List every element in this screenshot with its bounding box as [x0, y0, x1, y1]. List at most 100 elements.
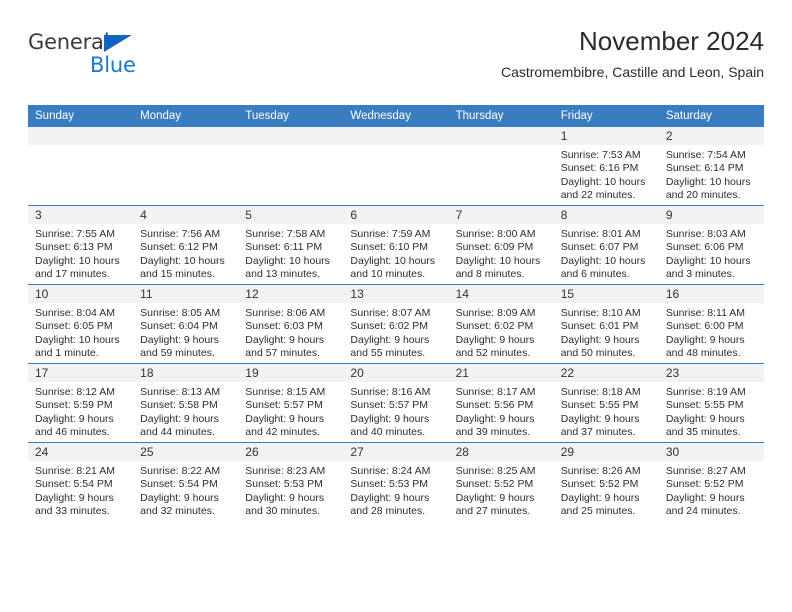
day-details: Sunrise: 8:21 AM Sunset: 5:54 PM Daylight:…	[28, 461, 133, 519]
day-cell[interactable]: 7 Sunrise: 8:00 AM Sunset: 6:09 PM Daylight…	[448, 205, 554, 285]
day-cell[interactable]: 11 Sunrise: 8:05 AM Sunset: 6:04 PM Dayligh…	[133, 284, 239, 364]
title-block: November 2024 Castromembibre, Castille a…	[501, 26, 764, 81]
sunset-text: Sunset: 6:13 PM	[35, 241, 113, 254]
sunrise-text: Sunrise: 8:07 AM	[350, 307, 431, 319]
sunrise-text: Sunrise: 7:55 AM	[35, 228, 115, 240]
sunrise-text: Sunrise: 7:54 AM	[665, 149, 746, 161]
sunrise-text: Sunrise: 8:27 AM	[665, 465, 746, 477]
day-cell[interactable]: 14 Sunrise: 8:09 AM Sunset: 6:02 PM Dayligh…	[448, 284, 554, 364]
day-cell[interactable]: 24 Sunrise: 8:21 AM Sunset: 5:54 PM Dayligh…	[28, 442, 134, 521]
day-number: 20	[343, 364, 449, 382]
day-cell[interactable]: 28 Sunrise: 8:25 AM Sunset: 5:52 PM Dayligh…	[448, 442, 554, 521]
day-cell-empty	[133, 127, 239, 206]
daylight-text: Daylight: 10 hours and 17 minutes.	[35, 254, 120, 281]
day-cell[interactable]: 26 Sunrise: 8:23 AM Sunset: 5:53 PM Dayligh…	[238, 442, 344, 521]
sunset-text: Sunset: 5:57 PM	[350, 399, 429, 412]
day-cell[interactable]: 13 Sunrise: 8:07 AM Sunset: 6:02 PM Dayligh…	[343, 284, 449, 364]
day-cell[interactable]: 22 Sunrise: 8:18 AM Sunset: 5:55 PM Dayligh…	[553, 363, 659, 443]
sunrise-text: Sunrise: 8:01 AM	[560, 228, 641, 240]
sunrise-text: Sunrise: 8:09 AM	[455, 307, 536, 319]
calendar-header-row: Sunday Monday Tuesday Wednesday Thursday Frid…	[28, 105, 764, 127]
day-details: Sunrise: 8:26 AM Sunset: 5:52 PM Daylight:…	[554, 461, 659, 519]
sunrise-text: Sunrise: 8:12 AM	[35, 386, 115, 398]
day-number: 24	[28, 443, 134, 461]
sunset-text: Sunset: 5:53 PM	[350, 478, 429, 491]
day-cell[interactable]: 18 Sunrise: 8:13 AM Sunset: 5:58 PM Dayligh…	[133, 363, 239, 443]
daylight-text: Daylight: 9 hours and 24 minutes.	[665, 491, 745, 518]
day-cell[interactable]: 15 Sunrise: 8:10 AM Sunset: 6:01 PM Dayligh…	[553, 284, 659, 364]
day-cell[interactable]: 3 Sunrise: 7:55 AM Sunset: 6:13 PM Daylight…	[28, 205, 134, 285]
day-cell[interactable]: 23 Sunrise: 8:19 AM Sunset: 5:55 PM Dayligh…	[658, 363, 764, 443]
day-cell[interactable]: 8 Sunrise: 8:01 AM Sunset: 6:07 PM Daylight…	[553, 205, 659, 285]
sunrise-text: Sunrise: 8:16 AM	[350, 386, 431, 398]
daylight-text: Daylight: 10 hours and 13 minutes.	[245, 254, 330, 281]
daylight-text: Daylight: 9 hours and 48 minutes.	[665, 333, 745, 360]
day-details: Sunrise: 8:05 AM Sunset: 6:04 PM Daylight:…	[133, 303, 238, 361]
triangle-icon	[104, 35, 132, 52]
day-number: 22	[553, 364, 659, 382]
weekday-header-tuesday: Tuesday	[238, 105, 344, 127]
day-cell[interactable]: 6 Sunrise: 7:59 AM Sunset: 6:10 PM Daylight…	[343, 205, 449, 285]
day-number: 28	[448, 443, 554, 461]
daylight-text: Daylight: 10 hours and 8 minutes.	[455, 254, 541, 281]
daylight-text: Daylight: 9 hours and 55 minutes.	[350, 333, 430, 360]
sunset-text: Sunset: 6:10 PM	[350, 241, 429, 254]
day-number: 2	[658, 127, 764, 145]
daylight-text: Daylight: 9 hours and 50 minutes.	[560, 333, 640, 360]
sunset-text: Sunset: 6:01 PM	[560, 320, 639, 333]
day-number: 15	[553, 285, 659, 303]
day-cell[interactable]: 5 Sunrise: 7:58 AM Sunset: 6:11 PM Daylight…	[238, 205, 344, 285]
sunrise-text: Sunrise: 8:15 AM	[245, 386, 326, 398]
sunset-text: Sunset: 5:52 PM	[665, 478, 744, 491]
day-details: Sunrise: 8:07 AM Sunset: 6:02 PM Daylight:…	[343, 303, 448, 361]
sunrise-text: Sunrise: 7:58 AM	[245, 228, 326, 240]
day-cell[interactable]: 20 Sunrise: 8:16 AM Sunset: 5:57 PM Dayligh…	[343, 363, 449, 443]
day-number-placeholder	[133, 127, 239, 145]
day-number: 29	[553, 443, 659, 461]
day-cell[interactable]: 30 Sunrise: 8:27 AM Sunset: 5:52 PM Dayligh…	[658, 442, 764, 521]
sunrise-text: Sunrise: 7:56 AM	[140, 228, 221, 240]
day-cell[interactable]: 4 Sunrise: 7:56 AM Sunset: 6:12 PM Daylight…	[133, 205, 239, 285]
day-number: 19	[238, 364, 344, 382]
day-cell-empty	[238, 127, 344, 206]
day-number: 21	[448, 364, 554, 382]
day-cell[interactable]: 10 Sunrise: 8:04 AM Sunset: 6:05 PM Dayligh…	[28, 284, 134, 364]
day-details: Sunrise: 7:59 AM Sunset: 6:10 PM Daylight:…	[343, 224, 448, 282]
daylight-text: Daylight: 9 hours and 33 minutes.	[35, 491, 114, 518]
day-number: 10	[28, 285, 134, 303]
day-cell[interactable]: 2 Sunrise: 7:54 AM Sunset: 6:14 PM Daylight…	[658, 127, 764, 206]
day-details: Sunrise: 7:54 AM Sunset: 6:14 PM Daylight:…	[659, 145, 764, 203]
sunset-text: Sunset: 6:11 PM	[245, 241, 323, 254]
sunset-text: Sunset: 6:02 PM	[350, 320, 429, 333]
sunrise-text: Sunrise: 8:00 AM	[455, 228, 536, 240]
daylight-text: Daylight: 10 hours and 3 minutes.	[665, 254, 751, 281]
day-cell[interactable]: 27 Sunrise: 8:24 AM Sunset: 5:53 PM Dayligh…	[343, 442, 449, 521]
logo-text-blue: Blue	[90, 53, 136, 77]
day-cell[interactable]: 9 Sunrise: 8:03 AM Sunset: 6:06 PM Daylight…	[658, 205, 764, 285]
day-number: 17	[28, 364, 134, 382]
logo-text-general: General	[28, 30, 110, 54]
day-details: Sunrise: 8:00 AM Sunset: 6:09 PM Daylight:…	[449, 224, 554, 282]
day-cell[interactable]: 17 Sunrise: 8:12 AM Sunset: 5:59 PM Dayligh…	[28, 363, 134, 443]
sunrise-text: Sunrise: 8:21 AM	[35, 465, 115, 477]
day-cell[interactable]: 19 Sunrise: 8:15 AM Sunset: 5:57 PM Dayligh…	[238, 363, 344, 443]
general-blue-logo: General Blue	[28, 32, 158, 84]
day-cell[interactable]: 29 Sunrise: 8:26 AM Sunset: 5:52 PM Dayligh…	[553, 442, 659, 521]
day-cell[interactable]: 25 Sunrise: 8:22 AM Sunset: 5:54 PM Dayligh…	[133, 442, 239, 521]
day-cell[interactable]: 1 Sunrise: 7:53 AM Sunset: 6:16 PM Daylight…	[553, 127, 659, 206]
sunset-text: Sunset: 6:06 PM	[665, 241, 744, 254]
page-header: General Blue November 2024 Castromembibr…	[28, 26, 764, 98]
daylight-text: Daylight: 10 hours and 10 minutes.	[350, 254, 436, 281]
sunset-text: Sunset: 5:55 PM	[665, 399, 744, 412]
day-number: 4	[133, 206, 239, 224]
day-cell[interactable]: 21 Sunrise: 8:17 AM Sunset: 5:56 PM Dayligh…	[448, 363, 554, 443]
day-number: 25	[133, 443, 239, 461]
day-cell[interactable]: 16 Sunrise: 8:11 AM Sunset: 6:00 PM Dayligh…	[658, 284, 764, 364]
day-number: 26	[238, 443, 344, 461]
sunrise-text: Sunrise: 8:18 AM	[560, 386, 641, 398]
daylight-text: Daylight: 9 hours and 40 minutes.	[350, 412, 430, 439]
day-cell[interactable]: 12 Sunrise: 8:06 AM Sunset: 6:03 PM Dayligh…	[238, 284, 344, 364]
weekday-header-friday: Friday	[553, 105, 659, 127]
day-details: Sunrise: 8:04 AM Sunset: 6:05 PM Daylight:…	[28, 303, 133, 361]
day-details: Sunrise: 7:56 AM Sunset: 6:12 PM Daylight:…	[133, 224, 238, 282]
